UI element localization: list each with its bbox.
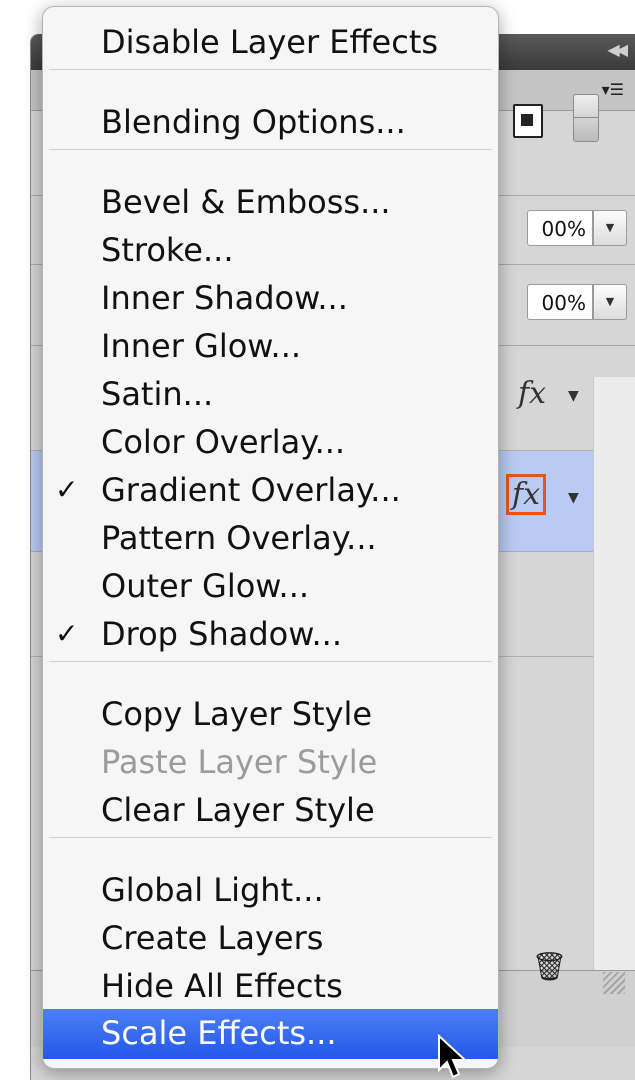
menu-item-blending-options[interactable]: Blending Options... — [43, 99, 498, 145]
layers-scrollbar[interactable] — [593, 377, 635, 1007]
panel-menu-icon[interactable]: ▾☰ — [602, 80, 624, 99]
lock-icon[interactable] — [573, 94, 599, 142]
menu-item-copy-layer-style[interactable]: Copy Layer Style — [43, 691, 498, 737]
menu-separator — [49, 69, 492, 70]
menu-item-label: Bevel & Emboss... — [101, 183, 391, 221]
menu-item-label: Pattern Overlay... — [101, 519, 377, 557]
menu-item-label: Stroke... — [101, 231, 234, 269]
menu-item-drop-shadow[interactable]: ✓ Drop Shadow... — [43, 611, 498, 657]
collapse-icon[interactable]: ◀◀ — [607, 40, 628, 59]
checkmark-icon: ✓ — [55, 617, 79, 650]
menu-item-label: Satin... — [101, 375, 214, 413]
menu-item-label: Scale Effects... — [101, 1014, 337, 1052]
fill-field[interactable]: 00% — [527, 284, 593, 320]
menu-item-label: Inner Glow... — [101, 327, 302, 365]
menu-item-label: Clear Layer Style — [101, 791, 375, 829]
menu-item-gradient-overlay[interactable]: ✓ Gradient Overlay... — [43, 467, 498, 513]
menu-item-hide-all-effects[interactable]: Hide All Effects — [43, 963, 498, 1009]
menu-item-color-overlay[interactable]: Color Overlay... — [43, 419, 498, 465]
menu-separator — [49, 837, 492, 838]
dropdown-arrow-icon[interactable]: ▼ — [593, 210, 627, 246]
menu-item-outer-glow[interactable]: Outer Glow... — [43, 563, 498, 609]
menu-item-paste-layer-style: Paste Layer Style — [43, 739, 498, 785]
menu-item-label: Gradient Overlay... — [101, 471, 401, 509]
menu-item-inner-glow[interactable]: Inner Glow... — [43, 323, 498, 369]
new-doc-icon[interactable] — [513, 104, 543, 138]
menu-item-label: Paste Layer Style — [101, 743, 378, 781]
checkmark-icon: ✓ — [55, 473, 79, 506]
menu-item-label: Global Light... — [101, 871, 324, 909]
menu-item-disable-layer-effects[interactable]: Disable Layer Effects — [43, 19, 498, 65]
fx-icon[interactable]: fx — [518, 376, 546, 411]
menu-item-label: Hide All Effects — [101, 967, 343, 1005]
layer-style-context-menu: Disable Layer Effects Blending Options...… — [42, 6, 499, 1069]
menu-separator — [49, 661, 492, 662]
menu-item-bevel-emboss[interactable]: Bevel & Emboss... — [43, 179, 498, 225]
menu-item-stroke[interactable]: Stroke... — [43, 227, 498, 273]
menu-item-label: Disable Layer Effects — [101, 23, 439, 61]
menu-item-scale-effects[interactable]: Scale Effects... — [43, 1009, 498, 1059]
menu-item-global-light[interactable]: Global Light... — [43, 867, 498, 913]
menu-item-clear-layer-style[interactable]: Clear Layer Style — [43, 787, 498, 833]
fx-icon-highlighted[interactable]: fx — [505, 474, 547, 515]
menu-item-label: Create Layers — [101, 919, 324, 957]
mouse-cursor-icon — [438, 1034, 468, 1079]
menu-item-pattern-overlay[interactable]: Pattern Overlay... — [43, 515, 498, 561]
opacity-field[interactable]: 00% — [527, 210, 593, 246]
menu-item-label: Blending Options... — [101, 103, 406, 141]
menu-separator — [49, 149, 492, 150]
dropdown-arrow-icon[interactable]: ▼ — [593, 284, 627, 320]
menu-item-label: Copy Layer Style — [101, 695, 373, 733]
menu-item-label: Drop Shadow... — [101, 615, 342, 653]
dropdown-arrow-icon[interactable]: ▼ — [568, 490, 579, 506]
menu-item-label: Outer Glow... — [101, 567, 310, 605]
trash-icon[interactable]: 🗑 — [531, 950, 567, 983]
dropdown-arrow-icon[interactable]: ▼ — [568, 388, 579, 404]
menu-item-label: Color Overlay... — [101, 423, 346, 461]
resize-grip-icon[interactable] — [603, 972, 625, 994]
menu-item-inner-shadow[interactable]: Inner Shadow... — [43, 275, 498, 321]
menu-item-label: Inner Shadow... — [101, 279, 348, 317]
menu-item-satin[interactable]: Satin... — [43, 371, 498, 417]
menu-item-create-layers[interactable]: Create Layers — [43, 915, 498, 961]
